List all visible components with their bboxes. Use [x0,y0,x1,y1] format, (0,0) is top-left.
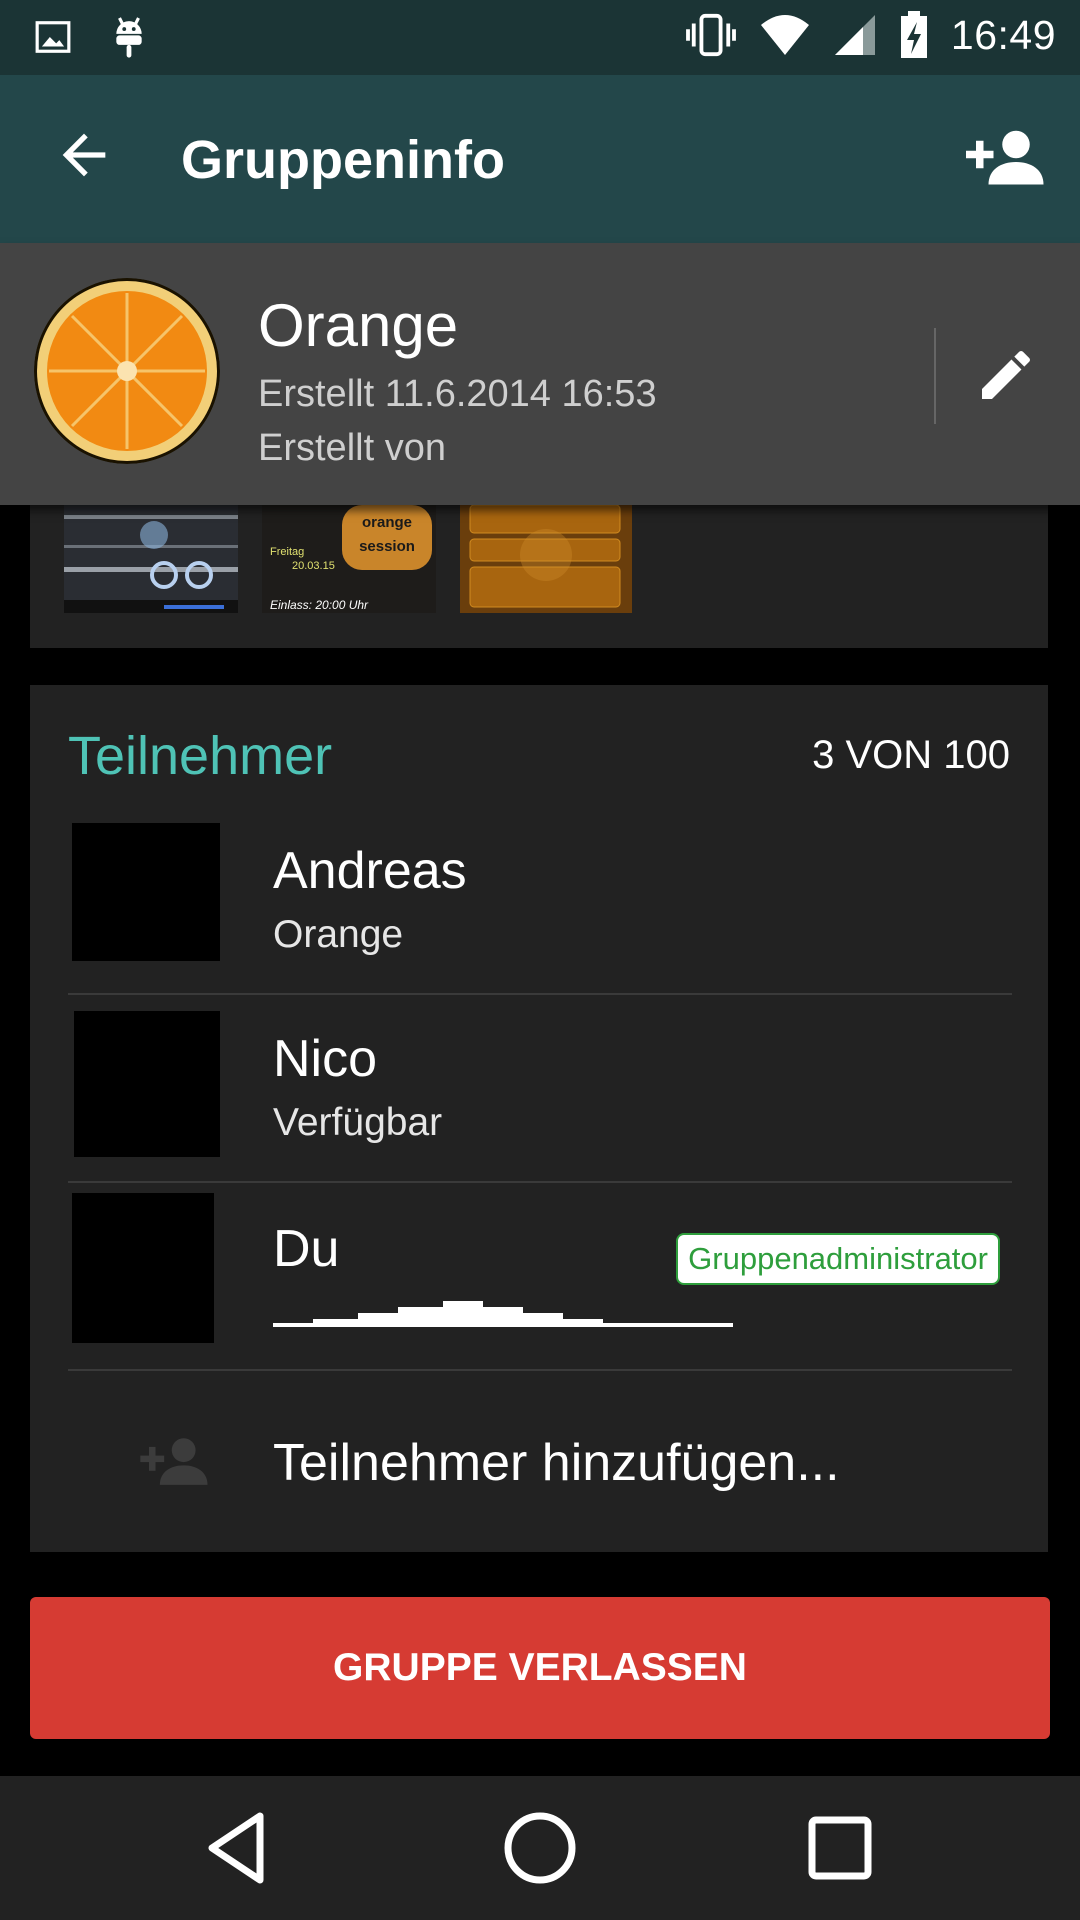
svg-text:Einlass: 20:00 Uhr: Einlass: 20:00 Uhr [270,598,369,612]
home-nav-icon[interactable] [500,1808,580,1888]
participants-title: Teilnehmer [68,726,333,786]
svg-text:20.03.15: 20.03.15 [292,560,335,572]
person-add-icon[interactable] [966,127,1046,187]
wifi-icon [760,15,809,55]
recents-nav-icon[interactable] [800,1808,880,1888]
back-nav-icon[interactable] [200,1808,280,1888]
group-avatar[interactable] [34,278,220,464]
participants-card: Teilnehmer 3 VON 100 Andreas Orange Nico… [30,685,1048,1552]
group-created-by: Erstellt von [258,427,446,469]
member-row[interactable]: Du Gruppenadministrator [68,1193,1012,1371]
avatar [72,1193,214,1343]
status-bar: 16:49 [0,0,1080,75]
member-status: Orange [273,913,404,956]
svg-text:Freitag: Freitag [270,546,304,558]
admin-badge: Gruppenadministrator [676,1233,1000,1285]
leave-group-button[interactable]: GRUPPE VERLASSEN [30,1597,1050,1739]
media-card: orange session Freitag 20.03.15 Einlass:… [30,485,1048,648]
page-title: Gruppeninfo [181,130,505,190]
group-name: Orange [258,292,459,359]
row-divider [68,993,1012,995]
row-divider [68,1181,1012,1183]
svg-text:session: session [359,538,415,555]
svg-text:orange: orange [362,514,412,531]
navigation-bar [0,1776,1080,1920]
signal-icon [834,15,875,55]
avatar [72,823,220,961]
row-divider [68,1369,1012,1371]
clock: 16:49 [950,11,1056,58]
group-created-date: Erstellt 11.6.2014 16:53 [258,373,657,415]
android-icon [116,17,142,58]
header-divider [934,328,936,424]
media-thumb-3[interactable] [460,505,632,613]
member-status: Verfügbar [273,1101,443,1144]
image-icon [35,21,71,53]
member-name: Du [273,1220,340,1278]
member-name: Nico [273,1030,378,1088]
media-thumb-1[interactable] [64,505,238,613]
add-participant-label: Teilnehmer hinzufügen... [273,1434,840,1492]
arrow-back-icon[interactable] [52,123,116,187]
add-participant-row[interactable]: Teilnehmer hinzufügen... [68,1385,1012,1535]
participants-count: 3 VON 100 [812,733,1010,777]
person-add-icon [140,1438,208,1485]
media-thumb-2[interactable]: orange session Freitag 20.03.15 Einlass:… [262,505,436,613]
avatar [74,1011,220,1157]
orange-slice-icon [34,278,220,464]
member-row[interactable]: Andreas Orange [68,823,1012,995]
vibrate-icon [685,13,736,57]
redacted-status [273,1301,733,1327]
group-header: Orange Erstellt 11.6.2014 16:53 Erstellt… [0,243,1080,505]
pencil-icon[interactable] [974,343,1038,407]
app-bar: Gruppeninfo [0,75,1080,243]
member-name: Andreas [273,842,467,900]
battery-charging-icon [900,11,927,58]
member-row[interactable]: Nico Verfügbar [68,1011,1012,1183]
